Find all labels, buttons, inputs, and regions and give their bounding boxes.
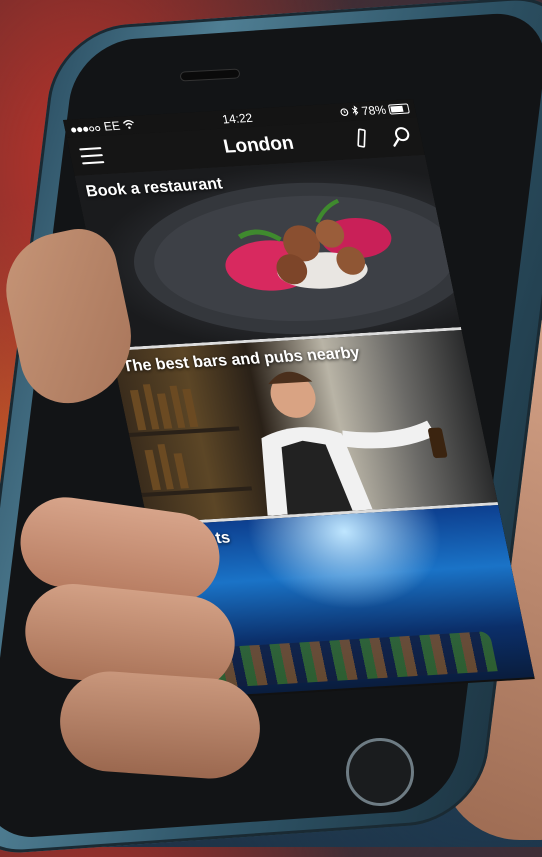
hand-finger: [56, 668, 264, 782]
pencil-icon[interactable]: [352, 128, 371, 151]
home-button[interactable]: [346, 738, 414, 806]
status-time: 14:22: [220, 110, 254, 127]
signal-strength-icon: [69, 120, 102, 136]
search-icon[interactable]: [388, 126, 413, 149]
battery-percent: 78%: [360, 102, 388, 119]
nav-actions: [352, 126, 413, 151]
carrier-name: EE: [102, 118, 122, 134]
wifi-icon: [121, 118, 136, 133]
tile-book-restaurant[interactable]: Book a restaurant: [74, 155, 461, 348]
status-left: EE: [69, 118, 136, 136]
bluetooth-icon: [350, 104, 360, 118]
status-right: 78%: [338, 101, 410, 119]
battery-icon: [387, 103, 410, 115]
alarm-icon: [338, 105, 350, 120]
tile-bars-pubs[interactable]: The best bars and pubs nearby: [111, 330, 498, 523]
menu-icon[interactable]: [79, 147, 105, 165]
page-title: London: [221, 132, 296, 158]
